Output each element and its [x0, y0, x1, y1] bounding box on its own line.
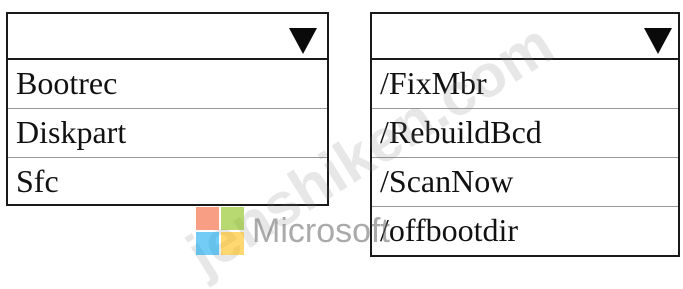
switch-option-fixmbr[interactable]: /FixMbr [372, 60, 678, 109]
command-option-bootrec[interactable]: Bootrec [8, 60, 327, 109]
command-dropdown-header[interactable] [8, 14, 327, 60]
caret-down-icon[interactable] [644, 28, 672, 54]
brand-watermark: Microsoft [196, 206, 390, 256]
command-option-sfc[interactable]: Sfc [8, 158, 327, 207]
caret-down-icon[interactable] [289, 28, 317, 54]
command-option-diskpart[interactable]: Diskpart [8, 109, 327, 158]
command-dropdown[interactable]: Bootrec Diskpart Sfc [6, 12, 329, 206]
switch-dropdown[interactable]: /FixMbr /RebuildBcd /ScanNow /offbootdir [370, 12, 680, 257]
switch-option-rebuildbcd[interactable]: /RebuildBcd [372, 109, 678, 158]
switch-option-list: /FixMbr /RebuildBcd /ScanNow /offbootdir [372, 60, 678, 256]
switch-dropdown-header[interactable] [372, 14, 678, 60]
switch-option-offbootdir[interactable]: /offbootdir [372, 207, 678, 256]
command-option-list: Bootrec Diskpart Sfc [8, 60, 327, 207]
microsoft-logo-icon [196, 207, 244, 255]
switch-option-scannow[interactable]: /ScanNow [372, 158, 678, 207]
